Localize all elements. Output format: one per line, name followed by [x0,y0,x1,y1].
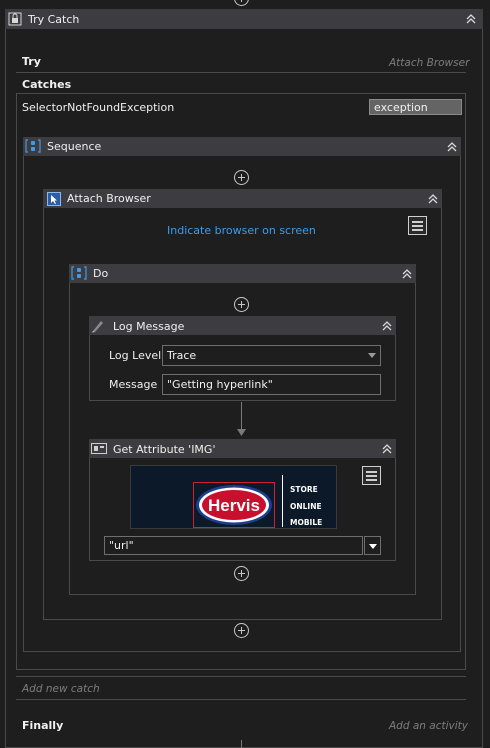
log-level-value: Trace [167,349,197,362]
sequence-title: Sequence [47,140,102,153]
dropdown-arrow-icon [368,353,376,358]
collapse-sequence-icon[interactable] [445,140,459,154]
collapse-do-icon[interactable] [400,267,414,281]
add-activity-do-icon[interactable] [234,297,249,312]
collapse-try-catch-icon[interactable] [464,12,478,26]
hervis-logo-text: Hervis [208,496,260,515]
preview-side-line: MOBILE [290,518,323,527]
collapse-log-message-icon[interactable] [380,319,394,333]
finally-activity-hint[interactable]: Add an activity [389,720,468,732]
indicate-browser-link[interactable]: Indicate browser on screen [167,224,316,237]
dropdown-arrow-icon [369,544,377,549]
finally-label: Finally [22,719,64,732]
try-activity-hint[interactable]: Attach Browser [389,57,469,69]
log-level-label: Log Level [109,349,162,362]
message-input[interactable]: "Getting hyperlink" [162,374,381,395]
attribute-dropdown-button[interactable] [364,536,381,555]
add-new-catch-link[interactable]: Add new catch [22,683,100,695]
hervis-logo: Hervis [196,485,272,525]
get-attribute-title: Get Attribute 'IMG' [113,443,216,456]
try-catch-header[interactable]: Try Catch [5,9,483,29]
sequence-icon [25,139,41,153]
add-activity-after-get-attribute-icon[interactable] [234,566,249,581]
attach-browser-title: Attach Browser [67,192,151,205]
add-activity-sequence-icon[interactable] [234,170,249,185]
message-label: Message [109,378,158,391]
try-label: Try [22,55,41,68]
add-activity-attach-browser-end-icon[interactable] [234,623,249,638]
attribute-select[interactable]: "url" [104,536,363,555]
attribute-value: "url" [109,539,134,552]
attach-browser-icon [47,192,61,206]
catches-label: Catches [22,78,72,91]
attach-browser-menu-icon[interactable] [408,216,427,235]
log-message-title: Log Message [113,320,185,333]
get-attribute-icon [91,443,107,454]
log-message-icon [92,321,103,333]
try-catch-icon [8,12,22,26]
preview-side-text: STORE ONLINE MOBILE [290,482,322,532]
preview-divider [282,475,283,527]
connector-line [241,402,242,432]
preview-side-line: STORE [290,485,318,494]
exception-variable-field[interactable]: exception [369,99,462,115]
divider [16,676,466,677]
get-attribute-menu-icon[interactable] [362,466,381,485]
do-sequence-icon [71,266,87,280]
log-level-select[interactable]: Trace [162,345,381,366]
connector-arrow-icon [237,429,246,436]
bottom-connector-line [241,740,242,748]
do-title: Do [93,267,109,280]
add-activity-top-icon[interactable] [234,0,249,6]
collapse-attach-browser-icon[interactable] [426,192,440,206]
divider [16,699,466,700]
divider [16,72,466,73]
try-catch-title: Try Catch [28,12,80,26]
collapse-get-attribute-icon[interactable] [380,442,394,456]
preview-side-line: ONLINE [290,501,322,511]
exception-type[interactable]: SelectorNotFoundException [22,101,174,114]
do-header[interactable] [69,264,416,283]
